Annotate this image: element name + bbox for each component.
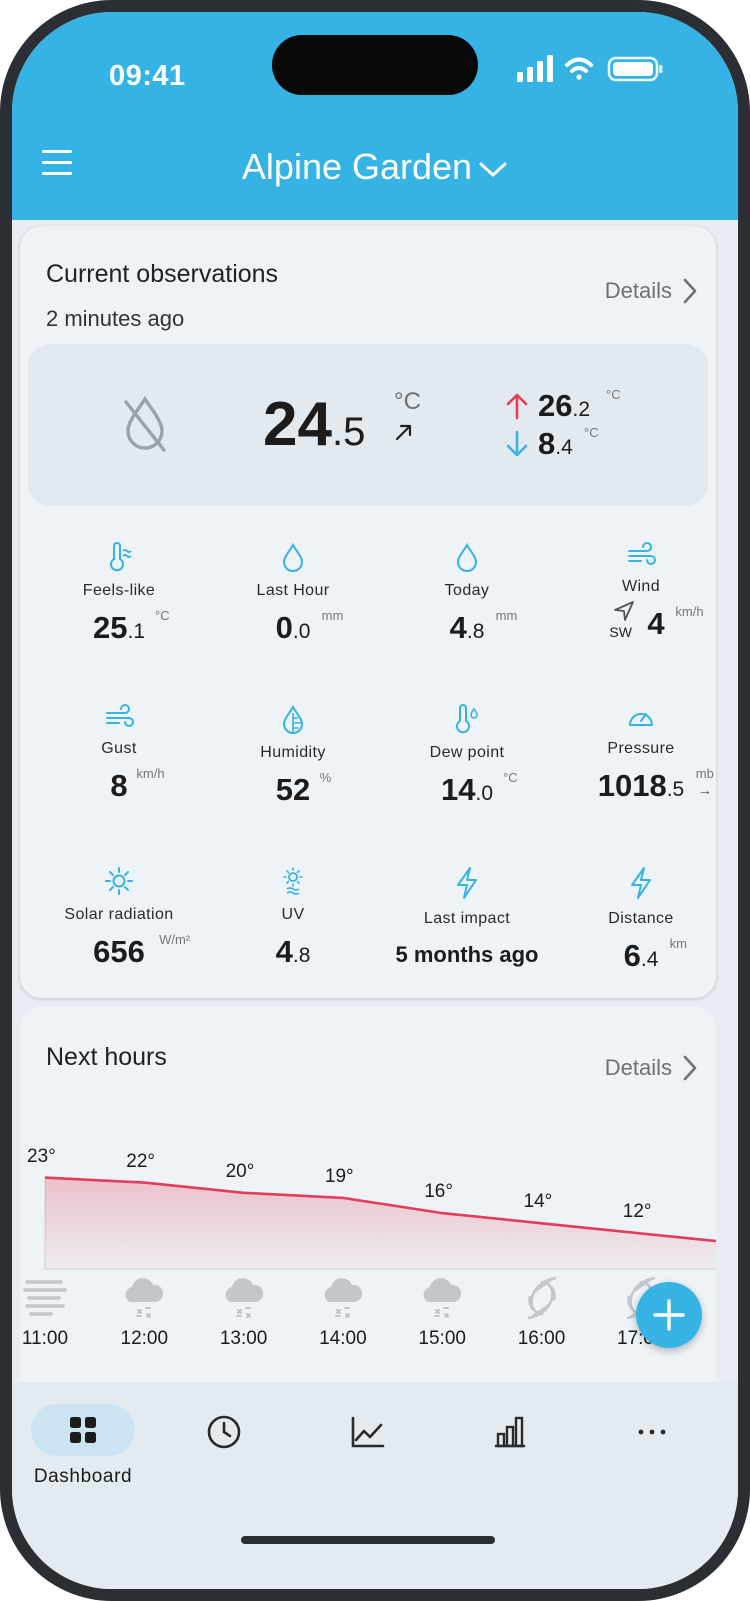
- signal-icon: [517, 55, 553, 82]
- trend-up-icon: [395, 424, 412, 441]
- forecast-temp-label: 14°: [523, 1191, 553, 1213]
- phone-frame: 09:41 Alpine Garden Current observations…: [0, 0, 750, 1601]
- daily-low: 8.4 °C: [538, 425, 599, 461]
- metric-feels-like[interactable]: Feels-like 25.1 °C: [32, 542, 206, 646]
- forecast-temp-label: 12°: [622, 1201, 652, 1223]
- metric-dew-point[interactable]: Dew point 14.0 °C: [380, 704, 554, 808]
- dynamic-island: [272, 35, 478, 95]
- uv-icon: [283, 867, 303, 895]
- forecast-temp-label: 22°: [126, 1150, 156, 1172]
- station-name: Alpine Garden: [241, 146, 473, 187]
- add-button[interactable]: [636, 1282, 702, 1348]
- snow-cloud-icon: [125, 1278, 164, 1318]
- station-selector[interactable]: Alpine Garden: [12, 146, 738, 188]
- battery-icon: [607, 56, 663, 82]
- metric-today-rain[interactable]: Today 4.8 mm: [380, 542, 554, 646]
- temperature-panel: 24.5 °C 26.2 °C 8.4 °C: [28, 344, 708, 506]
- status-icons: [517, 55, 663, 82]
- wind-direction-icon: [614, 601, 635, 621]
- metric-wind[interactable]: Wind SW 4 km/h: [554, 542, 728, 642]
- arrow-down-icon: [506, 430, 528, 457]
- forecast-temp-label: 20°: [225, 1160, 255, 1182]
- nav-dashboard[interactable]: Dashboard: [12, 1382, 154, 1502]
- wind-icon: [106, 704, 134, 727]
- thermometer-wind-icon: [110, 542, 132, 572]
- current-temperature: 24.5: [263, 390, 366, 459]
- metric-last-impact[interactable]: Last impact 5 months ago: [372, 866, 562, 968]
- forecast-area: [45, 1177, 716, 1269]
- app-screen: 09:41 Alpine Garden Current observations…: [12, 12, 738, 1589]
- forecast-hour-label: 16:00: [517, 1328, 566, 1349]
- chevron-down-icon: [479, 162, 507, 177]
- bar-chart-icon: [494, 1416, 526, 1448]
- current-details-link[interactable]: Details: [605, 278, 698, 304]
- dew-point-icon: [456, 704, 478, 734]
- forecast-hour-label: 15:00: [418, 1328, 466, 1349]
- sun-icon: [105, 867, 133, 895]
- metric-last-hour-rain[interactable]: Last Hour 0.0 mm: [206, 542, 380, 646]
- temperature-unit: °C: [394, 388, 421, 415]
- snow-cloud-icon: [324, 1278, 363, 1318]
- forecast-hour-label: 13:00: [219, 1328, 268, 1349]
- nav-history[interactable]: [196, 1404, 252, 1460]
- status-time: 09:41: [109, 60, 186, 92]
- no-rain-icon: [124, 395, 166, 452]
- raindrop-icon: [282, 542, 304, 572]
- pressure-trend-icon: →: [697, 782, 712, 798]
- nav-label: Dashboard: [33, 1466, 133, 1487]
- chevron-right-icon: [683, 278, 697, 304]
- card-title: Current observations: [46, 260, 279, 288]
- nav-statistics[interactable]: [482, 1404, 538, 1460]
- clock-icon: [207, 1415, 241, 1449]
- line-chart-icon: [351, 1416, 385, 1448]
- lightning-icon: [457, 867, 477, 899]
- plus-icon: [653, 1299, 685, 1331]
- updated-ago: 2 minutes ago: [46, 306, 185, 331]
- home-indicator: [241, 1536, 495, 1544]
- metric-solar-radiation[interactable]: Solar radiation 656 W/m²: [32, 866, 206, 970]
- humidity-icon: [282, 704, 304, 734]
- daily-high: 26.2 °C: [538, 387, 621, 423]
- forecast-details-link[interactable]: Details: [605, 1055, 698, 1081]
- lightning-icon: [631, 867, 651, 899]
- dashboard-grid-icon: [70, 1417, 96, 1443]
- app-header: 09:41 Alpine Garden: [12, 12, 738, 220]
- forecast-hour-label: 14:00: [319, 1328, 367, 1349]
- forecast-temp-label: 16°: [424, 1181, 453, 1203]
- wifi-icon: [565, 57, 593, 80]
- forecast-temp-label: 23°: [27, 1145, 56, 1167]
- snow-cloud-icon: [423, 1278, 462, 1318]
- hurricane-icon: [527, 1276, 556, 1320]
- more-dots-icon: [638, 1429, 666, 1435]
- fog-icon: [23, 1280, 67, 1316]
- metric-humidity[interactable]: Humidity 52%: [206, 704, 380, 808]
- gauge-icon: [629, 713, 653, 726]
- forecast-hour-label: 12:00: [120, 1328, 169, 1349]
- card-title: Next hours: [46, 1043, 167, 1071]
- details-label: Details: [604, 278, 672, 303]
- bottom-navigation: Dashboard: [12, 1382, 738, 1589]
- wind-icon: [628, 542, 656, 565]
- metric-pressure[interactable]: Pressure 1018.5 mb →: [554, 704, 728, 804]
- metric-lightning-distance[interactable]: Distance 6.4 km: [554, 866, 728, 974]
- raindrop-icon: [456, 542, 478, 572]
- nav-charts[interactable]: [339, 1404, 395, 1460]
- arrow-up-icon: [506, 393, 528, 420]
- current-observations-card: Current observations 2 minutes ago Detai…: [20, 226, 716, 998]
- details-label: Details: [604, 1055, 672, 1080]
- forecast-hour-label: 11:00: [21, 1328, 69, 1349]
- forecast-temp-label: 19°: [324, 1165, 354, 1187]
- nav-more[interactable]: [624, 1404, 680, 1460]
- snow-cloud-icon: [225, 1278, 263, 1318]
- metric-uv[interactable]: UV 4.8: [206, 866, 380, 970]
- chevron-right-icon: [683, 1055, 697, 1081]
- wind-direction-label: SW: [609, 624, 632, 640]
- metric-gust[interactable]: Gust 8 km/h: [32, 704, 206, 804]
